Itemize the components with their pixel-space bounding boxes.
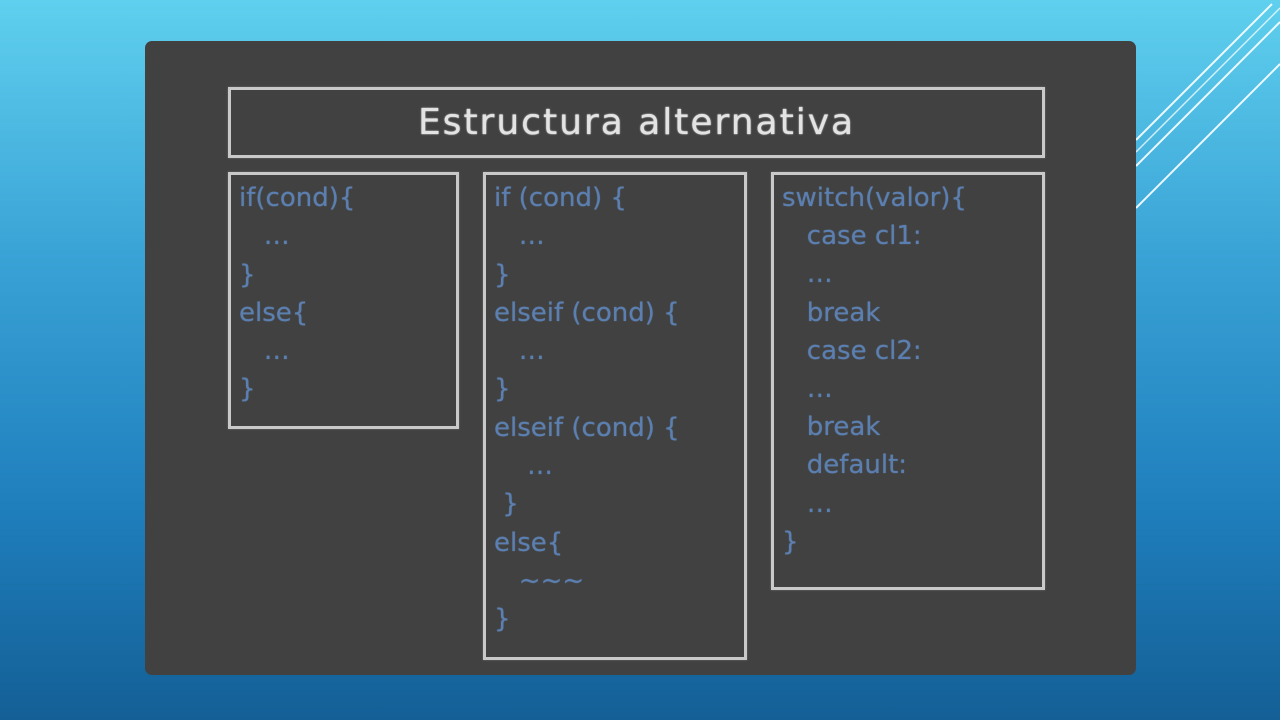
code-line: switch(valor){ xyxy=(782,183,967,213)
code-line: elseif (cond) { xyxy=(494,412,680,443)
code-line: if (cond) { xyxy=(494,183,627,213)
code-line: default: xyxy=(782,450,908,481)
code-line: … xyxy=(494,221,545,252)
code-line: case cl1: xyxy=(782,221,922,252)
code-line: break xyxy=(782,412,881,443)
code-line: ~~~ xyxy=(494,565,585,596)
code-line: … xyxy=(782,259,833,290)
code-line: } xyxy=(494,374,511,405)
code-line: case cl2: xyxy=(782,335,922,366)
if-elseif-box: if (cond) { … } elseif (cond) { … } else… xyxy=(483,172,747,660)
code-line: break xyxy=(782,297,881,328)
code-line: } xyxy=(494,604,511,635)
title-box: Estructura alternativa xyxy=(228,87,1045,158)
code-line: else{ xyxy=(239,297,309,328)
code-line: … xyxy=(494,336,545,367)
code-line: } xyxy=(494,489,519,520)
code-line: } xyxy=(494,259,511,290)
code-line: if(cond){ xyxy=(239,183,356,213)
code-line: } xyxy=(782,526,799,557)
if-else-box: if(cond){ … } else{ … } xyxy=(228,172,459,429)
code-line: … xyxy=(239,221,290,252)
switch-box: switch(valor){ case cl1: … break case cl… xyxy=(771,172,1045,590)
slide-title: Estructura alternativa xyxy=(417,102,856,143)
code-line: else{ xyxy=(494,527,564,558)
code-line: … xyxy=(782,373,833,404)
code-line: } xyxy=(239,374,256,405)
code-line: elseif (cond) { xyxy=(494,297,680,328)
code-line: … xyxy=(494,451,554,482)
code-line: … xyxy=(782,488,833,519)
code-line: } xyxy=(239,259,256,290)
code-line: … xyxy=(239,336,290,367)
